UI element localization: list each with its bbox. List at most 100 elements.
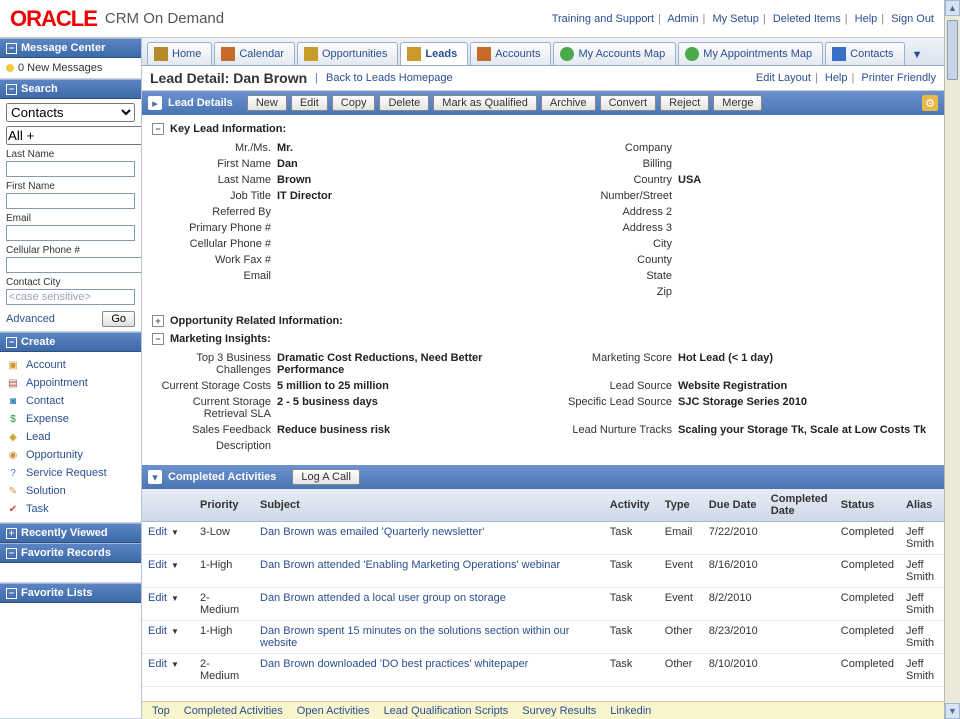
top-link-training[interactable]: Training and Support (552, 13, 654, 25)
edit-link[interactable]: Edit (148, 559, 167, 571)
collapse-icon[interactable]: − (6, 84, 17, 95)
collapse-icon[interactable]: ▾ (148, 470, 162, 484)
panel-fav-records-header[interactable]: − Favorite Records (0, 543, 141, 563)
anchor-lead-qual-scripts[interactable]: Lead Qualification Scripts (384, 705, 509, 717)
cell-input[interactable] (6, 257, 142, 273)
expand-icon[interactable]: + (6, 528, 17, 539)
dropdown-icon[interactable]: ▼ (171, 660, 179, 669)
first-name-input[interactable] (6, 193, 135, 209)
tab-calendar[interactable]: Calendar (214, 42, 295, 65)
tab-home[interactable]: Home (147, 42, 212, 65)
collapse-icon[interactable]: ▸ (148, 96, 162, 110)
panel-fav-lists-header[interactable]: − Favorite Lists (0, 583, 141, 603)
first-name-label: First Name (6, 181, 135, 192)
delete-button[interactable]: Delete (379, 95, 429, 111)
dropdown-icon[interactable]: ▼ (171, 528, 179, 537)
top-link-help[interactable]: Help (855, 13, 878, 25)
search-type-select[interactable]: Contacts (6, 103, 135, 122)
edit-link[interactable]: Edit (148, 592, 167, 604)
col-type[interactable]: Type (659, 489, 703, 522)
collapse-icon[interactable]: − (6, 337, 17, 348)
col-status[interactable]: Status (835, 489, 900, 522)
create-opportunity[interactable]: Opportunity (26, 449, 83, 461)
scroll-up-icon[interactable]: ▲ (945, 0, 960, 16)
dropdown-icon[interactable]: ▼ (171, 594, 179, 603)
tab-accounts[interactable]: Accounts (470, 42, 551, 65)
edit-button[interactable]: Edit (291, 95, 328, 111)
dropdown-icon[interactable]: ▼ (171, 561, 179, 570)
convert-button[interactable]: Convert (600, 95, 657, 111)
tab-leads[interactable]: Leads (400, 42, 468, 66)
back-to-leads-link[interactable]: Back to Leads Homepage (326, 72, 453, 84)
edit-link[interactable]: Edit (148, 658, 167, 670)
mark-qualified-button[interactable]: Mark as Qualified (433, 95, 537, 111)
email-input[interactable] (6, 225, 135, 241)
printer-friendly-link[interactable]: Printer Friendly (861, 72, 936, 84)
subject-link[interactable]: Dan Brown attended 'Enabling Marketing O… (260, 559, 560, 571)
create-lead[interactable]: Lead (26, 431, 50, 443)
section-help-icon[interactable]: ⚙ (922, 95, 938, 111)
subject-link[interactable]: Dan Brown downloaded 'DO best practices'… (260, 658, 528, 670)
edit-link[interactable]: Edit (148, 625, 167, 637)
collapse-icon[interactable]: − (6, 43, 17, 54)
create-expense[interactable]: Expense (26, 413, 69, 425)
col-completed-date[interactable]: Completed Date (765, 489, 835, 522)
subject-link[interactable]: Dan Brown attended a local user group on… (260, 592, 506, 604)
scroll-down-icon[interactable]: ▼ (945, 703, 960, 719)
search-allplus-field[interactable] (6, 126, 142, 145)
tab-opportunities[interactable]: Opportunities (297, 42, 398, 65)
top-link-admin[interactable]: Admin (667, 13, 698, 25)
go-button[interactable]: Go (102, 311, 135, 327)
collapse-icon[interactable]: − (6, 548, 17, 559)
edit-link[interactable]: Edit (148, 526, 167, 538)
panel-recently-viewed-header[interactable]: + Recently Viewed (0, 523, 141, 543)
create-appointment[interactable]: Appointment (26, 377, 88, 389)
advanced-link[interactable]: Advanced (6, 313, 55, 325)
copy-button[interactable]: Copy (332, 95, 376, 111)
col-priority[interactable]: Priority (194, 489, 254, 522)
create-solution[interactable]: Solution (26, 485, 66, 497)
col-alias[interactable]: Alias (900, 489, 944, 522)
dropdown-icon[interactable]: ▼ (171, 627, 179, 636)
email-label: Email (6, 213, 135, 224)
archive-button[interactable]: Archive (541, 95, 596, 111)
subject-link[interactable]: Dan Brown was emailed 'Quarterly newslet… (260, 526, 484, 538)
anchor-top[interactable]: Top (152, 705, 170, 717)
panel-message-center-header[interactable]: − Message Center (0, 38, 141, 58)
create-account[interactable]: Account (26, 359, 66, 371)
scroll-thumb[interactable] (947, 20, 958, 80)
panel-search-header[interactable]: − Search (0, 79, 141, 99)
collapse-icon[interactable]: − (6, 588, 17, 599)
col-subject[interactable]: Subject (254, 489, 604, 522)
create-task[interactable]: Task (26, 503, 49, 515)
tab-my-accounts-map[interactable]: My Accounts Map (553, 42, 676, 65)
top-link-setup[interactable]: My Setup (712, 13, 758, 25)
create-contact[interactable]: Contact (26, 395, 64, 407)
new-button[interactable]: New (247, 95, 287, 111)
panel-create-header[interactable]: − Create (0, 332, 141, 352)
create-service-request[interactable]: Service Request (26, 467, 107, 479)
anchor-open-activities[interactable]: Open Activities (297, 705, 370, 717)
expand-icon[interactable]: + (152, 315, 164, 327)
top-link-signout[interactable]: Sign Out (891, 13, 934, 25)
tab-my-appointments-map[interactable]: My Appointments Map (678, 42, 823, 65)
collapse-icon[interactable]: − (152, 123, 164, 135)
help-link[interactable]: Help (825, 72, 848, 84)
reject-button[interactable]: Reject (660, 95, 709, 111)
last-name-input[interactable] (6, 161, 135, 177)
city-input[interactable] (6, 289, 135, 305)
top-link-deleted[interactable]: Deleted Items (773, 13, 841, 25)
merge-button[interactable]: Merge (713, 95, 762, 111)
col-due-date[interactable]: Due Date (703, 489, 765, 522)
anchor-survey-results[interactable]: Survey Results (522, 705, 596, 717)
subject-link[interactable]: Dan Brown spent 15 minutes on the soluti… (260, 625, 569, 649)
log-a-call-button[interactable]: Log A Call (292, 469, 360, 485)
tabs-overflow-button[interactable]: ▼ (906, 45, 929, 65)
collapse-icon[interactable]: − (152, 333, 164, 345)
tab-contacts[interactable]: Contacts (825, 42, 904, 65)
anchor-completed-activities[interactable]: Completed Activities (184, 705, 283, 717)
col-activity[interactable]: Activity (604, 489, 659, 522)
window-scrollbar[interactable]: ▲ ▼ (944, 0, 960, 719)
edit-layout-link[interactable]: Edit Layout (756, 72, 811, 84)
anchor-linkedin[interactable]: Linkedin (610, 705, 651, 717)
